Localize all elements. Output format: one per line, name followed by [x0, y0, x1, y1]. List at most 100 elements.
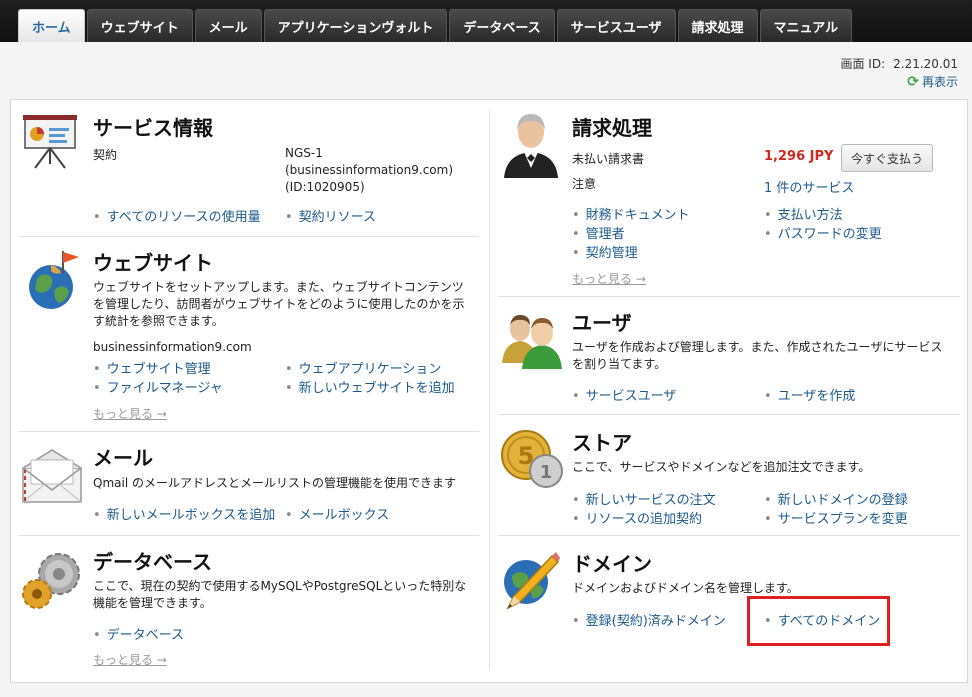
link-label: ファイルマネージャ	[106, 381, 223, 396]
mail-description: Qmail のメールアドレスとメールリストの管理機能を使用できます	[93, 476, 456, 490]
bullet: •	[572, 512, 580, 527]
users-icon	[502, 315, 562, 369]
link-add-mailbox[interactable]: • 新しいメールボックスを追加	[93, 504, 275, 523]
bullet: •	[572, 614, 580, 629]
section-store: 5 1 ストア ここで、サービスやドメインなどを追加注文できます。 • 新しいサー…	[490, 415, 968, 535]
link-label: サービスユーザ	[585, 389, 677, 404]
store-description: ここで、サービスやドメインなどを追加注文できます。	[572, 460, 871, 474]
tab-application-vault[interactable]: アプリケーションヴォルト	[263, 9, 448, 42]
link-label: ユーザを作成	[777, 389, 856, 404]
bullet: •	[572, 389, 580, 404]
link-label: ウェブサイト管理	[106, 362, 211, 377]
link-label: 契約管理	[585, 246, 638, 261]
coins-icon: 5 1	[501, 430, 563, 488]
bullet: •	[572, 493, 580, 508]
top-nav-bar: ホーム ウェブサイト メール アプリケーションヴォルト データベース サービスユ…	[0, 0, 972, 42]
link-add-resources[interactable]: • リソースの追加契約	[572, 508, 702, 527]
highlight-box	[747, 596, 890, 646]
bullet: •	[572, 208, 580, 223]
tab-manual[interactable]: マニュアル	[759, 9, 853, 42]
link-registered-domains[interactable]: • 登録(契約)済みドメイン	[572, 610, 726, 629]
link-order-new-service[interactable]: • 新しいサービスの注文	[572, 489, 716, 508]
link-contract-resources[interactable]: • 契約リソース	[285, 206, 376, 225]
gears-icon	[22, 553, 80, 609]
link-contract-management[interactable]: • 契約管理	[572, 242, 638, 261]
link-label: 支払い方法	[777, 208, 843, 223]
notice-services-link[interactable]: 1 件のサービス	[764, 177, 854, 196]
bullet: •	[285, 210, 293, 225]
website-domain: businessinformation9.com	[93, 340, 252, 354]
bullet: •	[93, 381, 101, 396]
tab-website[interactable]: ウェブサイト	[86, 9, 193, 42]
link-payment-methods[interactable]: • 支払い方法	[764, 204, 843, 223]
globe-flag-icon	[29, 251, 79, 309]
link-label: すべてのリソースの使用量	[106, 210, 261, 225]
refresh-link[interactable]: ⟳ 再表示	[907, 73, 958, 90]
link-label: 新しいウェブサイトを追加	[298, 381, 455, 396]
refresh-label: 再表示	[921, 75, 958, 89]
tab-billing[interactable]: 請求処理	[677, 9, 758, 42]
link-mailboxes[interactable]: • メールボックス	[285, 504, 389, 523]
link-label: サービスプランを変更	[777, 512, 908, 527]
website-more-link[interactable]: もっと見る →	[93, 405, 167, 422]
bullet: •	[764, 493, 772, 508]
billing-title: 請求処理	[572, 116, 652, 140]
link-website-management[interactable]: • ウェブサイト管理	[93, 358, 211, 377]
section-database: データベース ここで、現在の契約で使用するMySQLやPostgreSQLといっ…	[11, 536, 489, 682]
link-add-website[interactable]: • 新しいウェブサイトを追加	[285, 377, 455, 396]
link-label: ウェブアプリケーション	[298, 362, 442, 377]
tab-service-users[interactable]: サービスユーザ	[556, 9, 676, 42]
section-mail: メール Qmail のメールアドレスとメールリストの管理機能を使用できます • 新…	[11, 432, 489, 535]
link-file-manager[interactable]: • ファイルマネージャ	[93, 377, 223, 396]
bullet: •	[93, 210, 101, 225]
database-title: データベース	[93, 550, 212, 574]
bullet: •	[93, 362, 101, 377]
bullet: •	[285, 362, 293, 377]
website-description: ウェブサイトをセットアップします。また、ウェブサイトコンテンツを管理したり、訪問…	[93, 280, 465, 328]
mail-title: メール	[93, 446, 153, 470]
contract-value-line2: (businessinformation9.com)	[285, 163, 453, 177]
link-label: リソースの追加契約	[585, 512, 703, 527]
section-service-info: サービス情報 契約 NGS-1 (businessinformation9.co…	[11, 100, 489, 236]
link-all-resource-usage[interactable]: • すべてのリソースの使用量	[93, 206, 261, 225]
link-change-password[interactable]: • パスワードの変更	[764, 223, 882, 242]
tab-database[interactable]: データベース	[449, 9, 555, 42]
link-administrators[interactable]: • 管理者	[572, 223, 625, 242]
refresh-icon: ⟳	[907, 73, 919, 90]
billing-more-link[interactable]: もっと見る →	[572, 270, 646, 287]
link-label: 新しいメールボックスを追加	[106, 508, 276, 523]
link-service-users[interactable]: • サービスユーザ	[572, 385, 676, 404]
link-register-new-domain[interactable]: • 新しいドメインの登録	[764, 489, 908, 508]
tab-home[interactable]: ホーム	[18, 9, 85, 42]
database-more-link[interactable]: もっと見る →	[93, 651, 167, 668]
link-label: メールボックス	[298, 508, 390, 523]
link-change-service-plan[interactable]: • サービスプランを変更	[764, 508, 908, 527]
notice-label: 注意	[572, 177, 597, 191]
pay-now-button[interactable]: 今すぐ支払う	[841, 144, 933, 172]
users-description: ユーザを作成および管理します。また、作成されたユーザにサービスを割り当てます。	[572, 340, 943, 371]
bullet: •	[93, 508, 101, 523]
bullet: •	[764, 389, 772, 404]
database-description: ここで、現在の契約で使用するMySQLやPostgreSQLといった特別な機能を…	[93, 579, 467, 610]
bullet: •	[572, 227, 580, 242]
link-web-applications[interactable]: • ウェブアプリケーション	[285, 358, 441, 377]
section-users: ユーザ ユーザを作成および管理します。また、作成されたユーザにサービスを割り当て…	[490, 297, 968, 414]
bullet: •	[764, 208, 772, 223]
svg-text:1: 1	[540, 462, 553, 483]
link-label: パスワードの変更	[777, 227, 882, 242]
tab-mail[interactable]: メール	[194, 9, 262, 42]
link-label: 新しいサービスの注文	[585, 493, 716, 508]
unpaid-invoices-label: 未払い請求書	[572, 152, 645, 166]
section-domains: ドメイン ドメインおよびドメイン名を管理します。 • 登録(契約)済みドメイン •…	[490, 536, 968, 682]
bullet: •	[764, 227, 772, 242]
domains-title: ドメイン	[572, 552, 652, 576]
globe-pencil-icon	[504, 552, 560, 610]
link-databases[interactable]: • データベース	[93, 624, 184, 643]
section-website: ウェブサイト ウェブサイトをセットアップします。また、ウェブサイトコンテンツを管…	[11, 237, 489, 431]
contract-value-line3: (ID:1020905)	[285, 180, 365, 194]
link-financial-documents[interactable]: • 財務ドキュメント	[572, 204, 690, 223]
store-title: ストア	[572, 431, 632, 455]
link-create-user[interactable]: • ユーザを作成	[764, 385, 855, 404]
contract-label: 契約	[93, 148, 118, 162]
bullet: •	[285, 508, 293, 523]
